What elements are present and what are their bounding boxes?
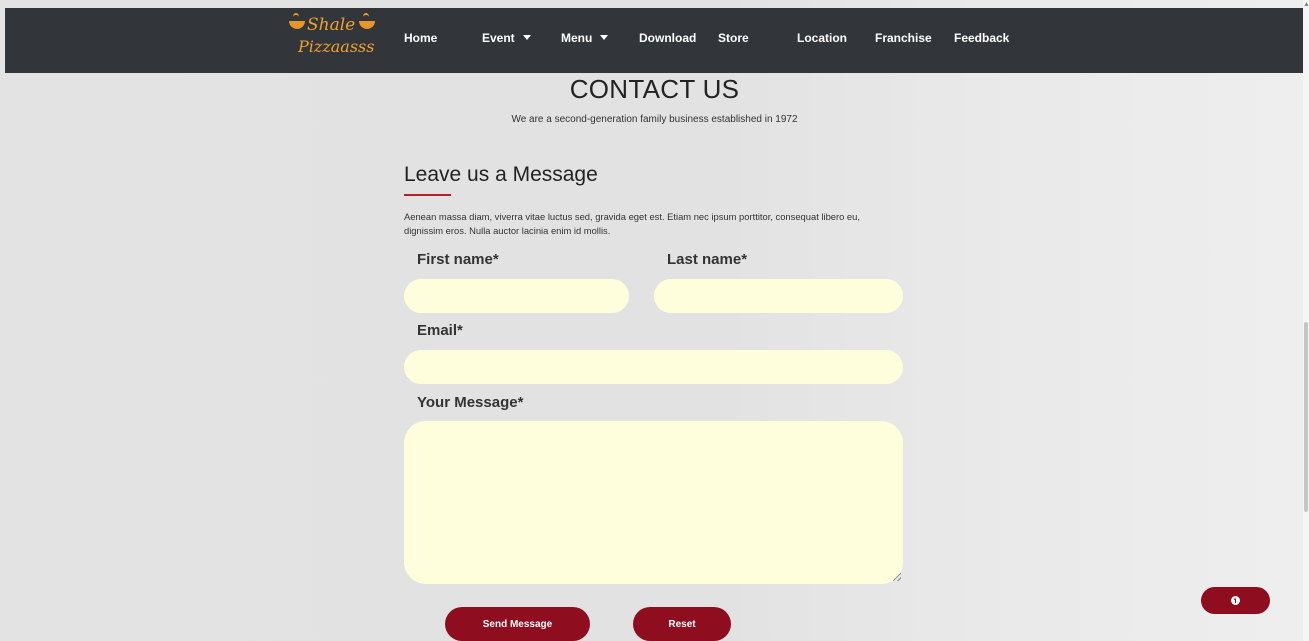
navbar: Shale Pizzaasss Home Event Menu Download… xyxy=(5,8,1303,73)
nav-download-label: Download xyxy=(639,31,697,45)
page-background: Shale Pizzaasss Home Event Menu Download… xyxy=(0,0,1303,641)
scroll-to-top-button[interactable] xyxy=(1201,587,1270,614)
logo-text-top: Shale xyxy=(307,15,356,35)
nav-download[interactable]: Download xyxy=(639,31,696,45)
nav-menu-label: Menu xyxy=(561,31,593,45)
page-subtitle: We are a second-generation family busine… xyxy=(511,114,798,125)
scrollbar-thumb[interactable] xyxy=(1304,322,1308,512)
form-heading: Leave us a Message xyxy=(404,163,598,186)
pizza-bowl-icon xyxy=(289,21,305,29)
nav-menu[interactable]: Menu xyxy=(561,31,609,45)
nav-store-label: Store xyxy=(718,31,749,45)
chevron-down-icon xyxy=(522,35,531,40)
nav-location[interactable]: Location xyxy=(797,31,847,45)
nav-home[interactable]: Home xyxy=(404,31,437,45)
resize-handle-icon[interactable] xyxy=(893,573,901,581)
nav-store[interactable]: Store xyxy=(718,31,749,45)
brand-logo[interactable]: Shale Pizzaasss xyxy=(285,11,395,67)
nav-franchise-label: Franchise xyxy=(875,31,932,45)
scroll-up-arrow-icon[interactable]: ▲ xyxy=(1303,0,1309,10)
nav-feedback[interactable]: Feedback xyxy=(954,31,1009,45)
steam-icon xyxy=(363,13,369,21)
page-scrollbar[interactable]: ▲ xyxy=(1303,0,1309,641)
nav-event[interactable]: Event xyxy=(482,31,531,45)
steam-icon xyxy=(293,13,299,21)
first-name-label: First name* xyxy=(417,251,499,268)
logo-text-bottom: Pizzaasss xyxy=(298,37,375,56)
nav-franchise[interactable]: Franchise xyxy=(875,31,932,45)
nav-feedback-label: Feedback xyxy=(954,31,1010,45)
chevron-down-icon xyxy=(600,35,609,40)
send-message-button[interactable]: Send Message xyxy=(445,607,590,641)
arrow-up-circle-icon xyxy=(1231,596,1240,605)
page-title: CONTACT US xyxy=(569,74,740,104)
email-label: Email* xyxy=(417,322,463,339)
form-description: Aenean massa diam, viverra vitae luctus … xyxy=(404,211,860,236)
heading-underline xyxy=(404,194,451,196)
nav-location-label: Location xyxy=(797,31,847,45)
message-textarea[interactable] xyxy=(404,421,903,584)
reset-button[interactable]: Reset xyxy=(633,607,731,641)
message-label: Your Message* xyxy=(417,394,524,411)
nav-home-label: Home xyxy=(404,31,438,45)
first-name-input[interactable] xyxy=(404,279,629,313)
pizza-bowl-icon xyxy=(359,21,375,29)
email-input[interactable] xyxy=(404,350,903,384)
nav-event-label: Event xyxy=(482,31,515,45)
last-name-input[interactable] xyxy=(654,279,903,313)
last-name-label: Last name* xyxy=(667,251,748,268)
